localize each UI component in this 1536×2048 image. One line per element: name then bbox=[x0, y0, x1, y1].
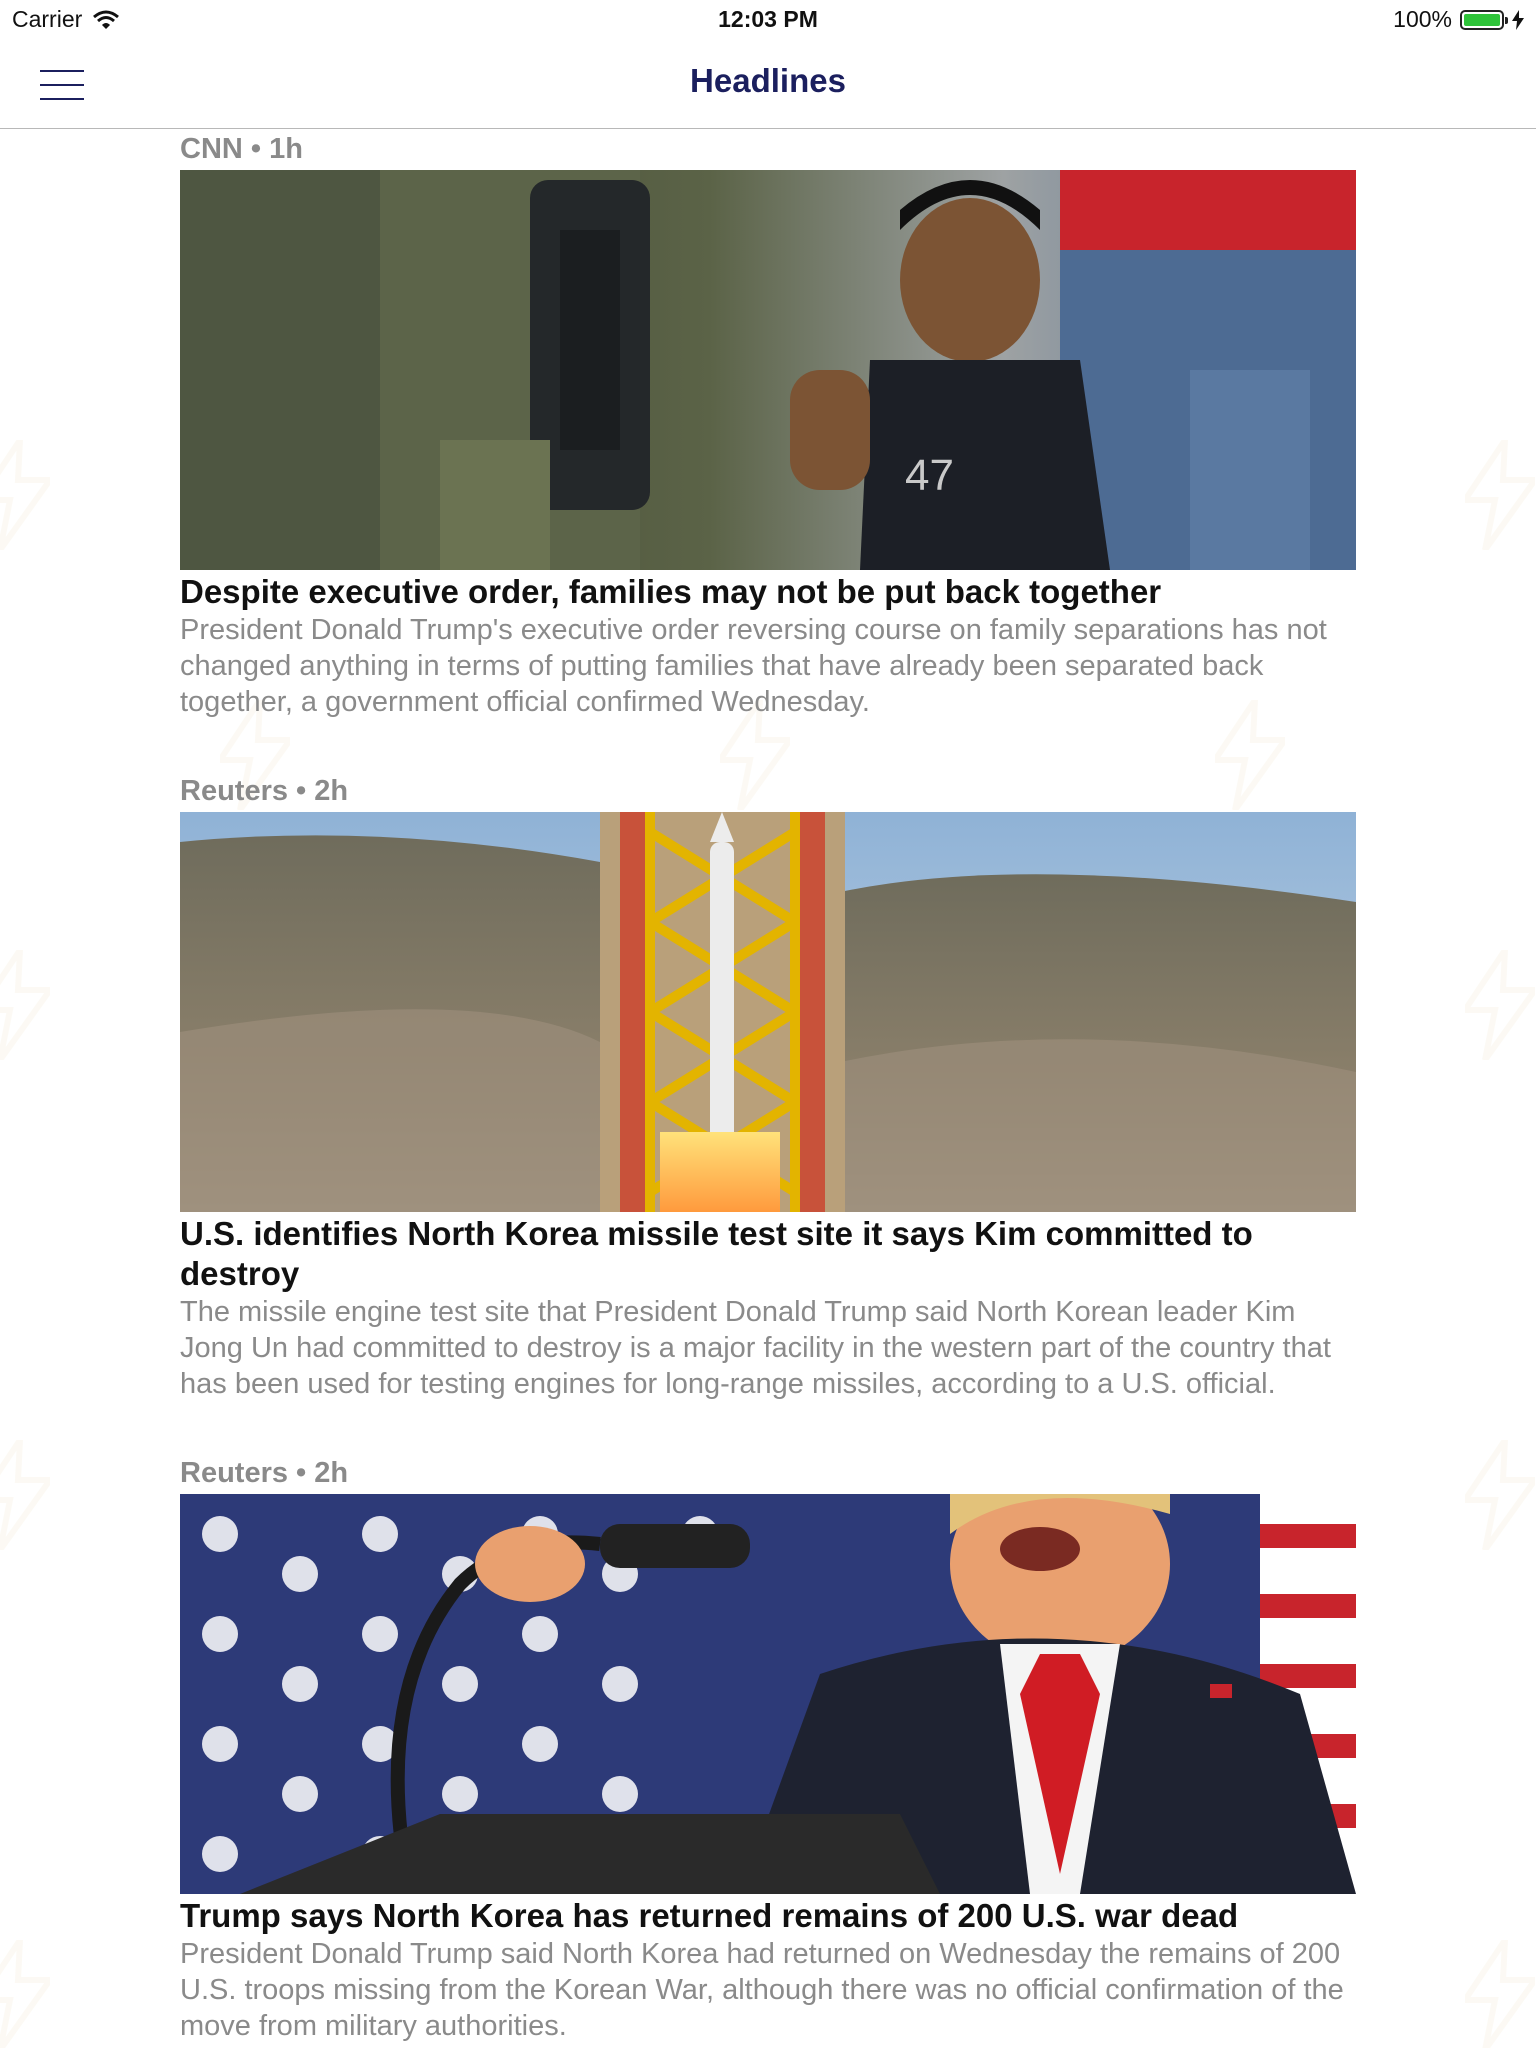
svg-text:47: 47 bbox=[905, 451, 954, 500]
headline-feed[interactable]: CNN • 1h 47 Despite executive order, fam… bbox=[180, 128, 1356, 2048]
article-image[interactable]: 47 bbox=[180, 170, 1356, 570]
bolt-watermark-icon bbox=[0, 1940, 50, 2048]
navigation-bar: Headlines bbox=[0, 40, 1536, 129]
article-headline[interactable]: Trump says North Korea has returned rema… bbox=[180, 1896, 1356, 1936]
article-summary: President Donald Trump said North Korea … bbox=[180, 1938, 1344, 2042]
page-title: Headlines bbox=[690, 62, 846, 99]
article-meta: Reuters • 2h bbox=[180, 1457, 349, 1489]
article-headline[interactable]: U.S. identifies North Korea missile test… bbox=[180, 1214, 1356, 1294]
battery-group: 100% bbox=[1393, 6, 1524, 33]
bolt-watermark-icon bbox=[1465, 1440, 1535, 1550]
article-meta: Reuters • 2h bbox=[180, 775, 349, 807]
bolt-watermark-icon bbox=[0, 440, 50, 550]
article-meta: CNN • 1h bbox=[180, 133, 303, 165]
article-card[interactable]: Reuters • 2h bbox=[180, 770, 1356, 1402]
article-summary: The missile engine test site that Presid… bbox=[180, 1296, 1331, 1400]
article-summary: President Donald Trump's executive order… bbox=[180, 614, 1327, 718]
article-card[interactable]: Reuters • 2h bbox=[180, 1452, 1356, 2044]
bolt-watermark-icon bbox=[1465, 950, 1535, 1060]
battery-percent: 100% bbox=[1393, 6, 1452, 32]
article-headline[interactable]: Despite executive order, families may no… bbox=[180, 572, 1356, 612]
charging-bolt-icon bbox=[1512, 9, 1524, 30]
status-bar: Carrier 12:03 PM 100% bbox=[0, 0, 1536, 40]
bolt-watermark-icon bbox=[0, 1440, 50, 1550]
screen: Carrier 12:03 PM 100% Headlines CNN • 1h… bbox=[0, 0, 1536, 2048]
article-image[interactable] bbox=[180, 1494, 1356, 1894]
article-card[interactable]: CNN • 1h 47 Despite executive order, fam… bbox=[180, 128, 1356, 720]
bolt-watermark-icon bbox=[1465, 440, 1535, 550]
bolt-watermark-icon bbox=[1465, 1940, 1535, 2048]
battery-icon bbox=[1460, 9, 1508, 30]
status-time: 12:03 PM bbox=[718, 6, 818, 32]
bolt-watermark-icon bbox=[0, 950, 50, 1060]
article-image[interactable] bbox=[180, 812, 1356, 1212]
